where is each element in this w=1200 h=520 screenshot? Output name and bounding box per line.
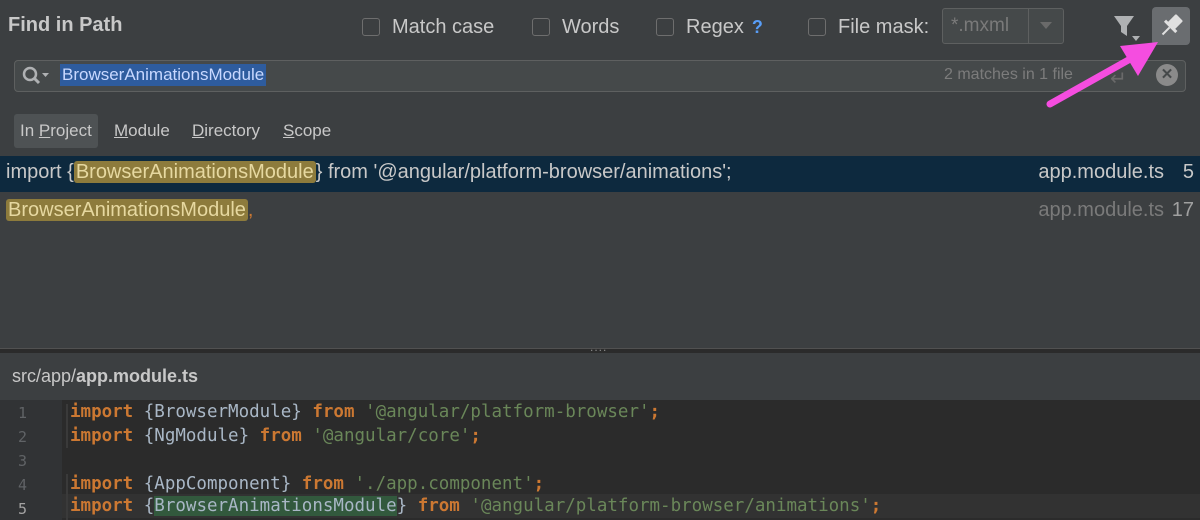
words-label: Words <box>562 15 620 38</box>
file-mask-label: File mask: <box>838 15 930 38</box>
search-query[interactable]: BrowserAnimationsModule <box>60 64 267 86</box>
tab-directory[interactable]: Directory <box>186 114 266 148</box>
tab-scope-rest: cope <box>294 121 332 140</box>
match-case-checkbox[interactable] <box>362 18 380 36</box>
regex-help-link[interactable]: ? <box>752 17 763 38</box>
result-file: app.module.ts <box>1038 161 1164 183</box>
words-option[interactable]: Words <box>532 12 619 42</box>
file-mask-option[interactable]: File mask: <box>808 12 929 42</box>
code-keyword: from <box>259 426 302 446</box>
match-case-label: Match case <box>392 15 495 38</box>
code-keyword: from <box>417 496 460 516</box>
tab-directory-rest: irectory <box>204 121 261 140</box>
code-line: import {BrowserAnimationsModule} from '@… <box>70 496 881 516</box>
tab-in-project-mnemonic: P <box>38 121 51 140</box>
result-text-post: } from '@angular/platform-browser/animat… <box>315 161 732 183</box>
code-string: '@angular/platform-browser/animations' <box>470 496 871 516</box>
splitter-grip[interactable]: .... <box>590 340 607 354</box>
tab-directory-mnemonic: D <box>192 121 205 140</box>
preview-file-path: src/app/app.module.ts <box>12 366 198 387</box>
tab-scope-mnemonic: S <box>283 121 295 140</box>
regex-checkbox[interactable] <box>656 18 674 36</box>
code-punct: ; <box>470 426 481 446</box>
dialog-title: Find in Path <box>8 14 123 36</box>
line-number: 2 <box>18 428 28 446</box>
code-text: {AppComponent} <box>133 474 302 494</box>
file-mask-input[interactable] <box>943 9 1028 43</box>
code-keyword: import <box>70 496 134 516</box>
change-marker <box>66 474 68 520</box>
code-keyword: import <box>70 426 134 446</box>
preview-path-file: app.module.ts <box>76 366 199 386</box>
chevron-down-icon <box>1040 22 1052 29</box>
code-punct: ; <box>533 474 545 494</box>
words-checkbox[interactable] <box>532 18 550 36</box>
search-icon[interactable] <box>22 66 50 91</box>
code-string: './app.component' <box>354 474 534 494</box>
line-number: 3 <box>18 452 28 470</box>
result-line-number: 17 <box>1171 199 1194 221</box>
annotation-arrow <box>1046 42 1158 108</box>
tab-in-project-rest: roject <box>50 121 92 140</box>
preview-path-dir: src/app/ <box>12 366 77 386</box>
code-match-highlight: BrowserAnimationsModule <box>154 496 397 516</box>
code-punct: ; <box>649 402 661 422</box>
result-match-highlight: BrowserAnimationsModule <box>6 199 248 221</box>
code-punct: ; <box>870 496 882 516</box>
match-case-option[interactable]: Match case <box>362 12 494 42</box>
line-number: 1 <box>18 404 28 422</box>
tab-in-project-pre: In <box>20 121 39 140</box>
regex-option[interactable]: Regex ? <box>656 12 763 42</box>
result-text-post: , <box>247 199 254 221</box>
code-text: {NgModule} <box>133 426 260 446</box>
code-keyword: from <box>312 402 355 422</box>
tab-module-mnemonic: M <box>114 121 129 140</box>
code-keyword: import <box>70 402 134 422</box>
code-string: '@angular/platform-browser' <box>365 402 650 422</box>
regex-label: Regex <box>686 15 744 38</box>
tab-module-rest: odule <box>128 121 170 140</box>
result-match-highlight: BrowserAnimationsModule <box>73 161 316 183</box>
line-number: 4 <box>18 476 28 494</box>
change-marker <box>66 404 68 448</box>
code-keyword: import <box>70 474 134 494</box>
tab-in-project[interactable]: In Project <box>14 114 98 148</box>
code-line: import {NgModule} from '@angular/core'; <box>70 426 481 446</box>
code-line: import {AppComponent} from './app.compon… <box>70 474 544 494</box>
code-keyword: from <box>301 474 344 494</box>
tab-module[interactable]: Module <box>108 114 176 148</box>
result-line-number: 5 <box>1182 161 1194 183</box>
file-mask-checkbox[interactable] <box>808 18 826 36</box>
code-string: '@angular/core' <box>312 426 471 446</box>
line-number: 5 <box>18 500 28 518</box>
line-number-gutter <box>0 400 62 520</box>
result-row[interactable]: import {BrowserAnimationsModule} from '@… <box>0 156 1200 192</box>
tab-scope[interactable]: Scope <box>277 114 337 148</box>
result-file: app.module.ts <box>1038 199 1164 221</box>
result-text-pre: import { <box>6 161 74 183</box>
result-row[interactable]: BrowserAnimationsModule, app.module.ts 1… <box>0 194 1200 230</box>
code-line: import {BrowserModule} from '@angular/pl… <box>70 402 660 422</box>
code-text: {BrowserModule} <box>133 402 313 422</box>
code-text: } <box>396 496 418 516</box>
code-text: { <box>133 496 155 516</box>
